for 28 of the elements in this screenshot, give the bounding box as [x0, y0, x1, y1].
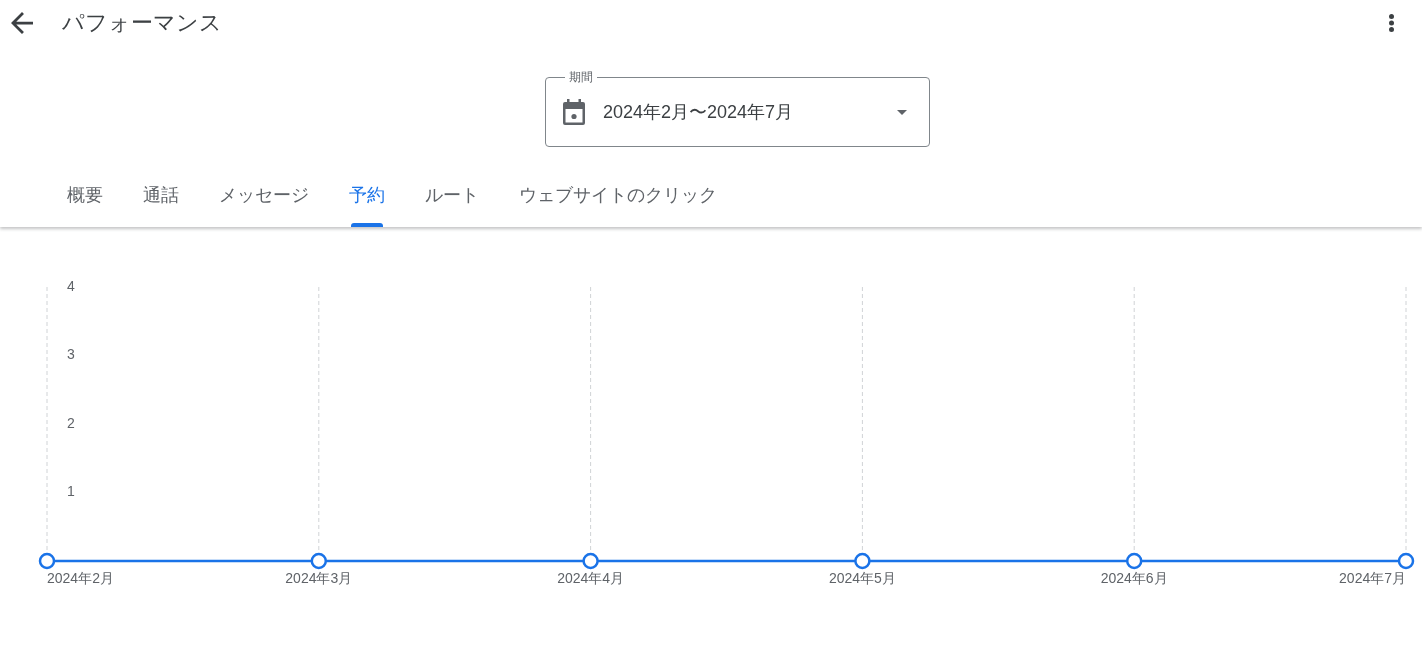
tab[interactable]: 概要: [47, 179, 123, 227]
data-point: [1125, 552, 1143, 570]
x-axis-label: 2024年3月: [285, 569, 353, 586]
more-options-icon: [1389, 14, 1394, 32]
y-axis-label: 2: [67, 414, 75, 431]
y-axis-label: 3: [67, 346, 75, 363]
x-axis-label: 2024年7月: [1339, 569, 1406, 586]
data-point: [1397, 552, 1415, 570]
data-point: [310, 552, 328, 570]
data-point: [582, 552, 599, 570]
tab[interactable]: 通話: [123, 179, 199, 227]
y-axis-label: 4: [67, 277, 75, 294]
dropdown-caret-icon: [897, 109, 907, 115]
tab[interactable]: メッセージ: [199, 179, 329, 227]
x-axis-label: 2024年2月: [47, 569, 114, 586]
date-range-select[interactable]: 期間 2024年2月〜2024年7月: [545, 70, 930, 147]
tab[interactable]: ルート: [405, 179, 499, 227]
page-title: パフォーマンス: [62, 9, 223, 37]
y-axis-label: 1: [67, 483, 75, 500]
tab[interactable]: 予約: [329, 179, 405, 227]
back-arrow-icon: [11, 12, 33, 34]
x-axis-label: 2024年4月: [557, 569, 625, 586]
data-point: [38, 552, 56, 570]
data-point: [854, 552, 871, 570]
calendar-icon: [563, 99, 585, 125]
x-axis-label: 2024年5月: [828, 569, 896, 586]
x-axis-label: 2024年6月: [1100, 569, 1168, 586]
tab[interactable]: ウェブサイトのクリック: [499, 179, 737, 227]
